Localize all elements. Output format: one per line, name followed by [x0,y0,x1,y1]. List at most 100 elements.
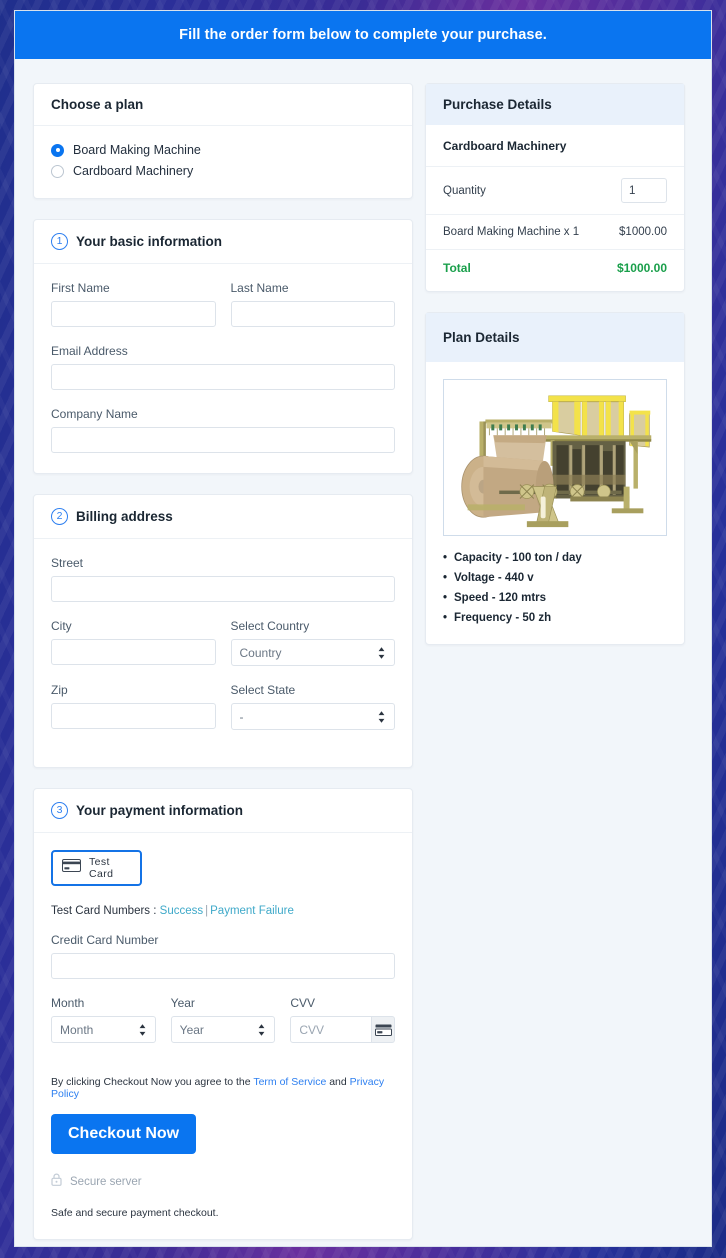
step-badge-1: 1 [51,233,68,250]
plan-image-frame [443,379,667,536]
test-card-separator: | [205,905,208,917]
radio-icon-selected[interactable] [51,144,64,157]
company-name-label: Company Name [51,407,395,421]
credit-card-number-label: Credit Card Number [51,933,395,947]
zip-label: Zip [51,683,216,697]
content-area: Choose a plan Board Making Machine Cardb… [15,59,711,1247]
test-card-numbers-row: Test Card Numbers : Success|Payment Fail… [51,905,395,917]
city-group: City [51,619,216,666]
street-input[interactable] [51,576,395,602]
plan-specs-list: Capacity - 100 ton / day Voltage - 440 v… [426,536,684,644]
city-input[interactable] [51,639,216,665]
last-name-input[interactable] [231,301,396,327]
email-label: Email Address [51,344,395,358]
plan-spec-item: Voltage - 440 v [454,572,667,584]
month-select[interactable]: Month [51,1016,156,1043]
choose-plan-title: Choose a plan [51,97,143,112]
order-form-page: Fill the order form below to complete yo… [14,10,712,1247]
basic-information-card: 1 Your basic information First Name Last… [33,219,413,474]
street-group: Street [51,556,395,602]
billing-address-header: 2 Billing address [34,495,412,539]
terms-text: By clicking Checkout Now you agree to th… [51,1076,395,1100]
first-name-label: First Name [51,281,216,295]
cvv-input-wrap [290,1016,395,1043]
purchase-product-name: Cardboard Machinery [426,125,684,166]
plan-details-title: Plan Details [443,330,520,345]
select-state-label: Select State [231,683,396,697]
state-group: Select State - [231,683,396,730]
choose-plan-card: Choose a plan Board Making Machine Cardb… [33,83,413,199]
plan-spec-item: Capacity - 100 ton / day [454,552,667,564]
company-group: Company Name [51,407,395,453]
total-label: Total [443,261,471,275]
terms-middle: and [326,1076,349,1088]
first-name-input[interactable] [51,301,216,327]
email-input[interactable] [51,364,395,390]
purchase-details-card: Purchase Details Cardboard Machinery Qua… [425,83,685,292]
company-name-input[interactable] [51,427,395,453]
checkout-now-button[interactable]: Checkout Now [51,1114,196,1154]
credit-card-number-input[interactable] [51,953,395,979]
payment-information-header: 3 Your payment information [34,789,412,833]
secure-server-text: Secure server [70,1176,142,1188]
city-label: City [51,619,216,633]
basic-information-title: Your basic information [76,234,222,249]
plan-option-label: Board Making Machine [73,143,201,157]
last-name-group: Last Name [231,281,396,327]
left-column: Choose a plan Board Making Machine Cardb… [33,83,413,1247]
year-select[interactable]: Year [171,1016,276,1043]
cvv-group: CVV [290,996,395,1043]
cvv-card-icon [372,1016,395,1043]
page-banner: Fill the order form below to complete yo… [15,11,711,59]
line-item-price: $1000.00 [619,226,667,238]
test-card-success-link[interactable]: Success [160,905,203,917]
month-select-wrap: Month [51,1016,156,1043]
billing-address-title: Billing address [76,509,173,524]
month-label: Month [51,996,156,1010]
state-select-wrap: - [231,703,396,730]
zip-state-row: Zip Select State - [51,683,395,747]
street-label: Street [51,556,395,570]
zip-input[interactable] [51,703,216,729]
email-group: Email Address [51,344,395,390]
basic-information-header: 1 Your basic information [34,220,412,264]
plan-details-card: Plan Details [425,312,685,645]
payment-information-title: Your payment information [76,803,243,818]
cardboard-machine-image [444,380,666,535]
expiry-cvv-row: Month Month [51,996,395,1060]
country-select[interactable]: Country [231,639,396,666]
credit-card-number-group: Credit Card Number [51,933,395,979]
state-select[interactable]: - [231,703,396,730]
step-badge-2: 2 [51,508,68,525]
plan-details-header: Plan Details [426,313,684,362]
total-value: $1000.00 [617,261,667,275]
banner-text: Fill the order form below to complete yo… [179,27,547,43]
purchase-line-item-row: Board Making Machine x 1 $1000.00 [426,214,684,249]
term-of-service-link[interactable]: Term of Service [253,1076,326,1088]
zip-group: Zip [51,683,216,730]
plan-option-board-making-machine[interactable]: Board Making Machine [51,143,395,157]
last-name-label: Last Name [231,281,396,295]
test-card-failure-link[interactable]: Payment Failure [210,905,294,917]
secure-server-row: Secure server [51,1173,395,1191]
terms-prefix: By clicking Checkout Now you agree to th… [51,1076,253,1088]
test-card-method-button[interactable]: Test Card [51,850,142,886]
choose-plan-body: Board Making Machine Cardboard Machinery [34,126,412,198]
payment-information-card: 3 Your payment information Test Card [33,788,413,1240]
step-badge-3: 3 [51,802,68,819]
country-select-wrap: Country [231,639,396,666]
safe-checkout-text: Safe and secure payment checkout. [51,1207,395,1219]
quantity-input[interactable] [621,178,667,203]
cvv-input[interactable] [290,1016,372,1043]
purchase-details-title: Purchase Details [443,97,552,112]
city-country-row: City Select Country Country [51,619,395,683]
cvv-label: CVV [290,996,395,1010]
radio-icon-unselected[interactable] [51,165,64,178]
select-country-label: Select Country [231,619,396,633]
name-row: First Name Last Name [51,281,395,344]
plan-option-cardboard-machinery[interactable]: Cardboard Machinery [51,164,395,178]
plan-spec-item: Speed - 120 mtrs [454,592,667,604]
first-name-group: First Name [51,281,216,327]
billing-address-body: Street City Select Country Countr [34,539,412,767]
plan-spec-item: Frequency - 50 zh [454,612,667,624]
